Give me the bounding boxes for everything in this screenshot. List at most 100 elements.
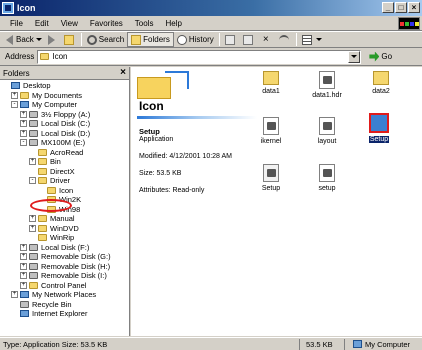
maximize-button[interactable]: □ [395,2,407,13]
tree-item[interactable]: + Control Panel [0,281,129,291]
expand-icon[interactable]: + [29,224,36,232]
tree-item-label: Removable Disk (G:) [41,252,111,262]
tree-item[interactable]: + My Network Places [0,290,129,300]
expand-icon[interactable]: + [20,262,27,270]
tree-item[interactable]: Internet Explorer [0,309,129,319]
expand-icon[interactable]: + [20,243,27,251]
expand-icon[interactable]: + [20,129,27,137]
tree-item[interactable]: + Local Disk (C:) [0,119,129,129]
move-to-button[interactable] [222,32,240,47]
file-item[interactable]: setup [307,164,347,192]
forward-arrow-icon [47,34,55,45]
folders-pane-title: Folders [3,68,30,78]
title-bar[interactable]: Icon _ □ × [0,0,422,16]
collapse-icon[interactable]: - [20,139,27,147]
search-button[interactable]: Search [84,32,127,47]
tree-item-label: My Documents [32,90,83,100]
menu-edit[interactable]: Edit [29,19,55,28]
minimize-button[interactable]: _ [382,2,394,13]
tree-item[interactable]: - My Computer [0,100,129,110]
tree-item-label: My Computer [32,100,78,110]
tree-item[interactable]: + Removable Disk (H:) [0,262,129,272]
tree-item[interactable]: + Local Disk (F:) [0,243,129,253]
tree-item[interactable]: Icon [0,186,129,196]
my-computer-icon [353,340,362,348]
expand-icon[interactable]: + [11,91,18,99]
folder-icon [38,234,47,242]
file-item[interactable]: Setup [251,164,291,192]
up-button[interactable] [61,32,79,47]
copy-to-button[interactable] [240,32,258,47]
tree-item-label: Desktop [23,81,51,91]
tree-item[interactable]: + Local Disk (D:) [0,129,129,139]
views-button[interactable] [299,32,325,47]
file-item[interactable]: ikernel [251,117,291,145]
menu-file[interactable]: File [4,19,29,28]
file-item[interactable]: data1.hdr [307,71,347,99]
expand-icon[interactable]: + [20,253,27,261]
tree-item[interactable]: + WinDVD [0,224,129,234]
expand-icon[interactable]: + [20,120,27,128]
drive-icon [29,120,38,128]
expand-icon[interactable]: + [20,110,27,118]
menu-help[interactable]: Help [159,19,187,28]
expand-icon[interactable]: + [29,215,36,223]
forward-button[interactable] [45,32,61,47]
collapse-icon[interactable]: - [29,177,36,185]
tree-item[interactable]: + Removable Disk (G:) [0,252,129,262]
document-icon [319,117,335,135]
tree-item-label: Recycle Bin [32,299,72,309]
tree-item[interactable]: + Removable Disk (I:) [0,271,129,281]
file-label: Setup [368,136,390,143]
tree-item[interactable]: +3½ Floppy (A:) [0,110,129,120]
tree-item-label: AcroRead [50,147,84,157]
address-dropdown-button[interactable] [348,50,361,63]
tree-item[interactable]: Desktop [0,81,129,91]
back-label: Back [16,35,34,44]
tree-item[interactable]: WinRip [0,233,129,243]
expand-icon[interactable]: + [20,281,27,289]
collapse-icon[interactable]: - [11,101,18,109]
folders-pane-header: Folders × [0,67,129,80]
drive-icon [29,243,38,251]
folders-pane: Folders × Desktop + My Documents - My Comput… [0,67,130,336]
tree-item[interactable]: + Bin [0,157,129,167]
delete-button[interactable]: × [258,32,276,47]
close-button[interactable]: × [408,2,420,13]
file-item[interactable]: data1 [251,71,291,95]
drive-icon [29,110,38,118]
folders-button[interactable]: Folders [127,32,174,47]
folders-label: Folders [143,35,170,44]
history-clock-icon [176,34,187,45]
go-button[interactable]: Go [369,51,392,62]
setup-application-icon [369,113,389,133]
file-item[interactable]: data2 [361,71,401,95]
address-input[interactable]: Icon [37,49,362,64]
history-button[interactable]: History [174,32,217,47]
menu-tools[interactable]: Tools [129,19,160,28]
expand-icon[interactable]: + [11,291,18,299]
selected-file-type: Application [139,136,174,143]
setup-file-item-selected[interactable]: Setup [359,113,399,143]
chevron-down-icon [315,38,322,41]
menu-favorites[interactable]: Favorites [84,19,129,28]
tree-item[interactable]: + My Documents [0,91,129,101]
tree-item-label: MX100M (E:) [41,138,86,148]
tree-item[interactable]: AcroRead [0,148,129,158]
document-icon [319,71,335,89]
expand-icon[interactable]: + [20,272,27,280]
folders-pane-close-button[interactable]: × [120,67,126,78]
folder-window-icon [2,2,14,14]
tree-item[interactable]: Recycle Bin [0,300,129,310]
tree-item[interactable]: - MX100M (E:) [0,138,129,148]
recycle-icon [20,300,29,308]
back-button[interactable]: Back [3,32,45,47]
menu-view[interactable]: View [55,19,84,28]
undo-button[interactable] [276,32,294,47]
tree-item[interactable]: + Manual [0,214,129,224]
tree-item[interactable]: DirectX [0,167,129,177]
file-item[interactable]: layout [307,117,347,145]
expand-icon[interactable]: + [29,158,36,166]
tree-item[interactable]: - Driver [0,176,129,186]
folders-icon [131,34,142,45]
